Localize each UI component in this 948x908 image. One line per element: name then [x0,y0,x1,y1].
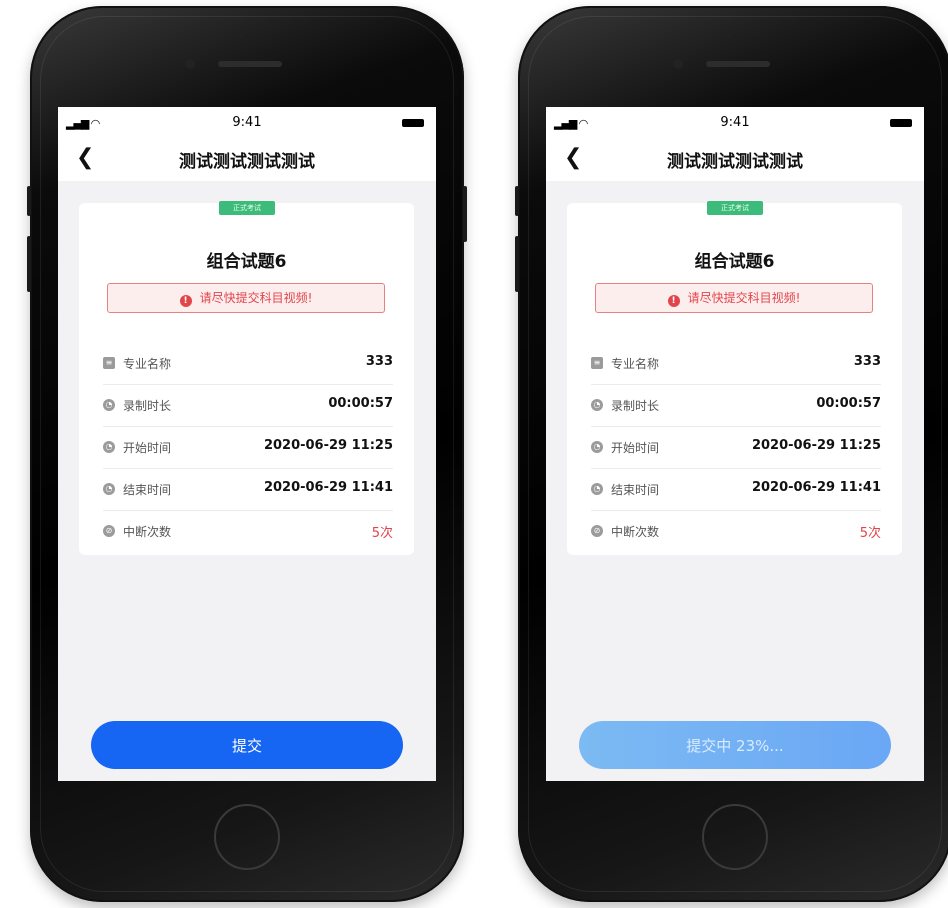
document-icon: ≡ [103,357,115,369]
info-value: 2020-06-29 11:25 [263,438,393,453]
phone-frame-right: ▂▄▆ ◠ 9:41 ❮ 测试测试测试测试 正式考试 组合试题6 ! 请尽快提交科… [515,6,948,902]
phone-frame-left: ▂▄▆ ◠ 9:41 ❮ 测试测试测试测试 正式考试 组合试题6 ! 请尽快提交科… [27,6,467,902]
status-time: 9:41 [232,115,262,130]
power-button [463,186,467,242]
home-button[interactable] [214,804,280,870]
info-label: 专业名称 [123,357,172,371]
warning-text: 请尽快提交科目视频! [687,291,801,305]
document-icon: ≡ [591,357,603,369]
submit-button-loading[interactable]: 提交中 23%... [579,721,891,769]
earpiece-speaker [706,61,770,67]
info-list: ≡ 专业名称 333 ◔ 录制时长 00:00:57 ◔ 开始时间 2020-0… [591,343,881,552]
info-row-interruptions: ⊘ 中断次数 5次 [103,511,393,552]
interrupt-icon: ⊘ [591,525,603,537]
clock-icon: ◔ [591,483,603,495]
info-row-duration: ◔ 录制时长 00:00:57 [591,385,881,427]
info-label: 录制时长 [123,399,172,413]
info-row-major: ≡ 专业名称 333 [591,343,881,385]
front-camera [185,59,195,69]
phone-top-dot [244,34,250,40]
clock-icon: ◔ [591,441,603,453]
info-value: 333 [853,354,881,369]
info-row-interruptions: ⊘ 中断次数 5次 [591,511,881,552]
app-screen: ▂▄▆ ◠ 9:41 ❮ 测试测试测试测试 正式考试 组合试题6 ! 请尽快提交科… [58,107,436,781]
clock-icon: ◔ [591,399,603,411]
info-value: 2020-06-29 11:25 [751,438,881,453]
info-row-end-time: ◔ 结束时间 2020-06-29 11:41 [591,469,881,511]
battery-icon [890,119,912,127]
info-label: 结束时间 [123,483,172,497]
exam-card: 正式考试 组合试题6 ! 请尽快提交科目视频! ≡ 专业名称 333 ◔ 录制时长… [79,201,414,555]
nav-bar: ❮ 测试测试测试测试 [58,137,436,181]
clock-icon: ◔ [103,441,115,453]
mute-switch [27,186,31,216]
nav-bar: ❮ 测试测试测试测试 [546,137,924,181]
volume-up-button [27,236,31,292]
exam-title: 组合试题6 [206,252,287,272]
clock-icon: ◔ [103,483,115,495]
phone-top-dot [732,34,738,40]
warning-text: 请尽快提交科目视频! [199,291,313,305]
info-row-duration: ◔ 录制时长 00:00:57 [103,385,393,427]
status-bar: ▂▄▆ ◠ 9:41 [546,107,924,137]
info-row-end-time: ◔ 结束时间 2020-06-29 11:41 [103,469,393,511]
info-row-start-time: ◔ 开始时间 2020-06-29 11:25 [591,427,881,469]
info-label: 开始时间 [611,441,660,455]
exam-type-tag: 正式考试 [219,201,275,215]
info-label: 录制时长 [611,399,660,413]
info-label: 中断次数 [123,525,172,539]
info-row-major: ≡ 专业名称 333 [103,343,393,385]
exam-card: 正式考试 组合试题6 ! 请尽快提交科目视频! ≡ 专业名称 333 ◔ 录制时长… [567,201,902,555]
exam-type-tag: 正式考试 [707,201,763,215]
status-time: 9:41 [720,115,750,130]
info-label: 中断次数 [611,525,660,539]
exam-title: 组合试题6 [694,252,775,272]
volume-up-button [515,236,519,292]
info-value: 5次 [371,526,393,541]
status-bar: ▂▄▆ ◠ 9:41 [58,107,436,137]
info-value: 2020-06-29 11:41 [751,480,881,495]
earpiece-speaker [218,61,282,67]
warning-banner: ! 请尽快提交科目视频! [107,283,385,313]
info-label: 开始时间 [123,441,172,455]
info-value: 2020-06-29 11:41 [263,480,393,495]
info-value: 00:00:57 [816,396,881,411]
home-button[interactable] [702,804,768,870]
info-label: 专业名称 [611,357,660,371]
info-list: ≡ 专业名称 333 ◔ 录制时长 00:00:57 ◔ 开始时间 2020-0… [103,343,393,552]
clock-icon: ◔ [103,399,115,411]
app-screen: ▂▄▆ ◠ 9:41 ❮ 测试测试测试测试 正式考试 组合试题6 ! 请尽快提交科… [546,107,924,781]
info-value: 333 [365,354,393,369]
battery-icon [402,119,424,127]
info-row-start-time: ◔ 开始时间 2020-06-29 11:25 [103,427,393,469]
mute-switch [515,186,519,216]
submit-button[interactable]: 提交 [91,721,403,769]
front-camera [673,59,683,69]
info-value: 00:00:57 [328,396,393,411]
alert-icon: ! [667,295,680,307]
info-value: 5次 [859,526,881,541]
warning-banner: ! 请尽快提交科目视频! [595,283,873,313]
alert-icon: ! [179,295,192,307]
page-title: 测试测试测试测试 [667,152,803,172]
page-title: 测试测试测试测试 [179,152,315,172]
interrupt-icon: ⊘ [103,525,115,537]
info-label: 结束时间 [611,483,660,497]
